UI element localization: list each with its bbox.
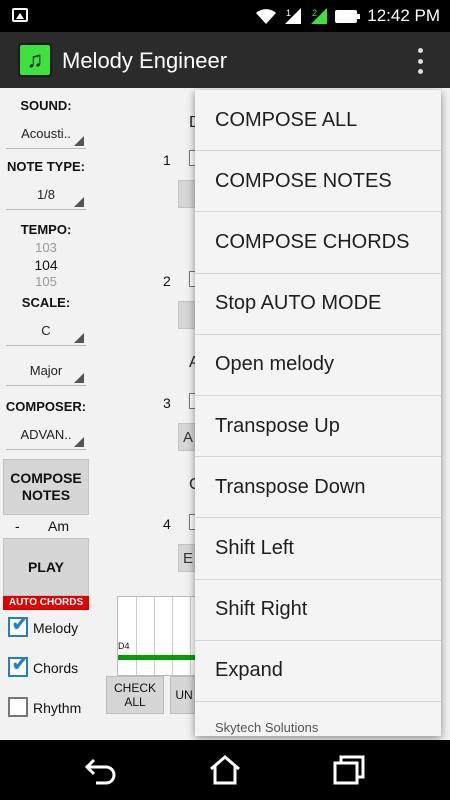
signal-icon: 2 [311,8,328,24]
scale-mode-spinner[interactable]: Major [6,360,86,386]
menu-item-stop-auto-mode[interactable]: Stop AUTO MODE [195,274,441,335]
menu-item-open-melody[interactable]: Open melody [195,335,441,396]
auto-chords-badge[interactable]: AUTO CHORDS [3,596,89,610]
back-icon[interactable] [84,754,118,786]
melody-checkbox[interactable]: ✔ [8,613,29,637]
menu-item-partial[interactable]: Skytech Solutions [195,702,441,736]
signal-icon: 1 [285,8,302,24]
chord-dash: - [15,518,20,534]
menu-item-compose-notes[interactable]: COMPOSE NOTES [195,151,441,213]
app-bar: ♫ Melody Engineer [0,32,450,88]
rhythm-checkbox[interactable] [8,697,28,717]
menu-item-compose-chords[interactable]: COMPOSE CHORDS [195,212,441,274]
note-graph[interactable]: D4 [117,596,197,676]
app-title: Melody Engineer [62,48,228,73]
overflow-menu: COMPOSE ALL COMPOSE NOTES COMPOSE CHORDS… [195,90,441,736]
tempo-prev[interactable]: 103 [0,240,92,255]
note-type-spinner[interactable]: 1/8 [6,184,86,210]
graph-note-label: D4 [118,641,130,651]
composer-spinner[interactable]: ADVAN.. [6,424,86,450]
row-number: 1 [163,152,171,168]
menu-item-compose-all[interactable]: COMPOSE ALL [195,90,441,152]
menu-item-transpose-up[interactable]: Transpose Up [195,396,441,458]
svg-text:2: 2 [312,8,317,18]
recents-icon[interactable] [332,754,366,786]
tempo-next[interactable]: 105 [0,274,92,289]
music-note-icon: ♫ [18,43,52,77]
compose-notes-button[interactable]: COMPOSE NOTES [3,459,89,515]
tempo-label: TEMPO: [20,222,72,237]
menu-item-transpose-down[interactable]: Transpose Down [195,457,441,519]
note-type-label: NOTE TYPE: [6,159,85,174]
home-icon[interactable] [208,754,242,786]
play-button[interactable]: PLAY [3,538,89,596]
chord-name: Am [48,518,69,534]
status-bar: 1 2 12:42 PM [0,0,450,32]
chords-checkbox-label: Chords [33,660,79,676]
menu-item-shift-left[interactable]: Shift Left [195,518,441,580]
scale-key-spinner[interactable]: C [6,320,86,346]
rhythm-checkbox-label: Rhythm [33,700,82,716]
melody-checkbox-label: Melody [33,620,79,636]
menu-item-expand[interactable]: Expand [195,641,441,702]
row-number: 4 [163,516,171,532]
menu-item-shift-right[interactable]: Shift Right [195,580,441,641]
check-all-button[interactable]: CHECK ALL [106,676,164,714]
status-time: 12:42 PM [367,6,440,25]
graph-bar [118,655,196,660]
uncheck-button[interactable]: UN [170,676,198,714]
navigation-bar [0,740,450,800]
row-number: 2 [163,273,171,289]
tempo-value[interactable]: 104 [0,257,92,273]
image-icon [12,8,28,22]
scale-label: SCALE: [21,295,71,310]
composer-label: COMPOSER: [5,399,87,414]
wifi-icon [256,9,277,24]
sound-spinner[interactable]: Acousti.. [6,123,86,149]
chords-checkbox[interactable]: ✔ [8,653,29,677]
left-panel: SOUND: Acousti.. NOTE TYPE: 1/8 TEMPO: 1… [0,88,95,740]
battery-icon [335,9,361,23]
row-number: 3 [163,395,171,411]
sound-label: SOUND: [20,98,72,113]
overflow-menu-icon[interactable] [416,48,424,74]
svg-text:1: 1 [286,8,291,18]
